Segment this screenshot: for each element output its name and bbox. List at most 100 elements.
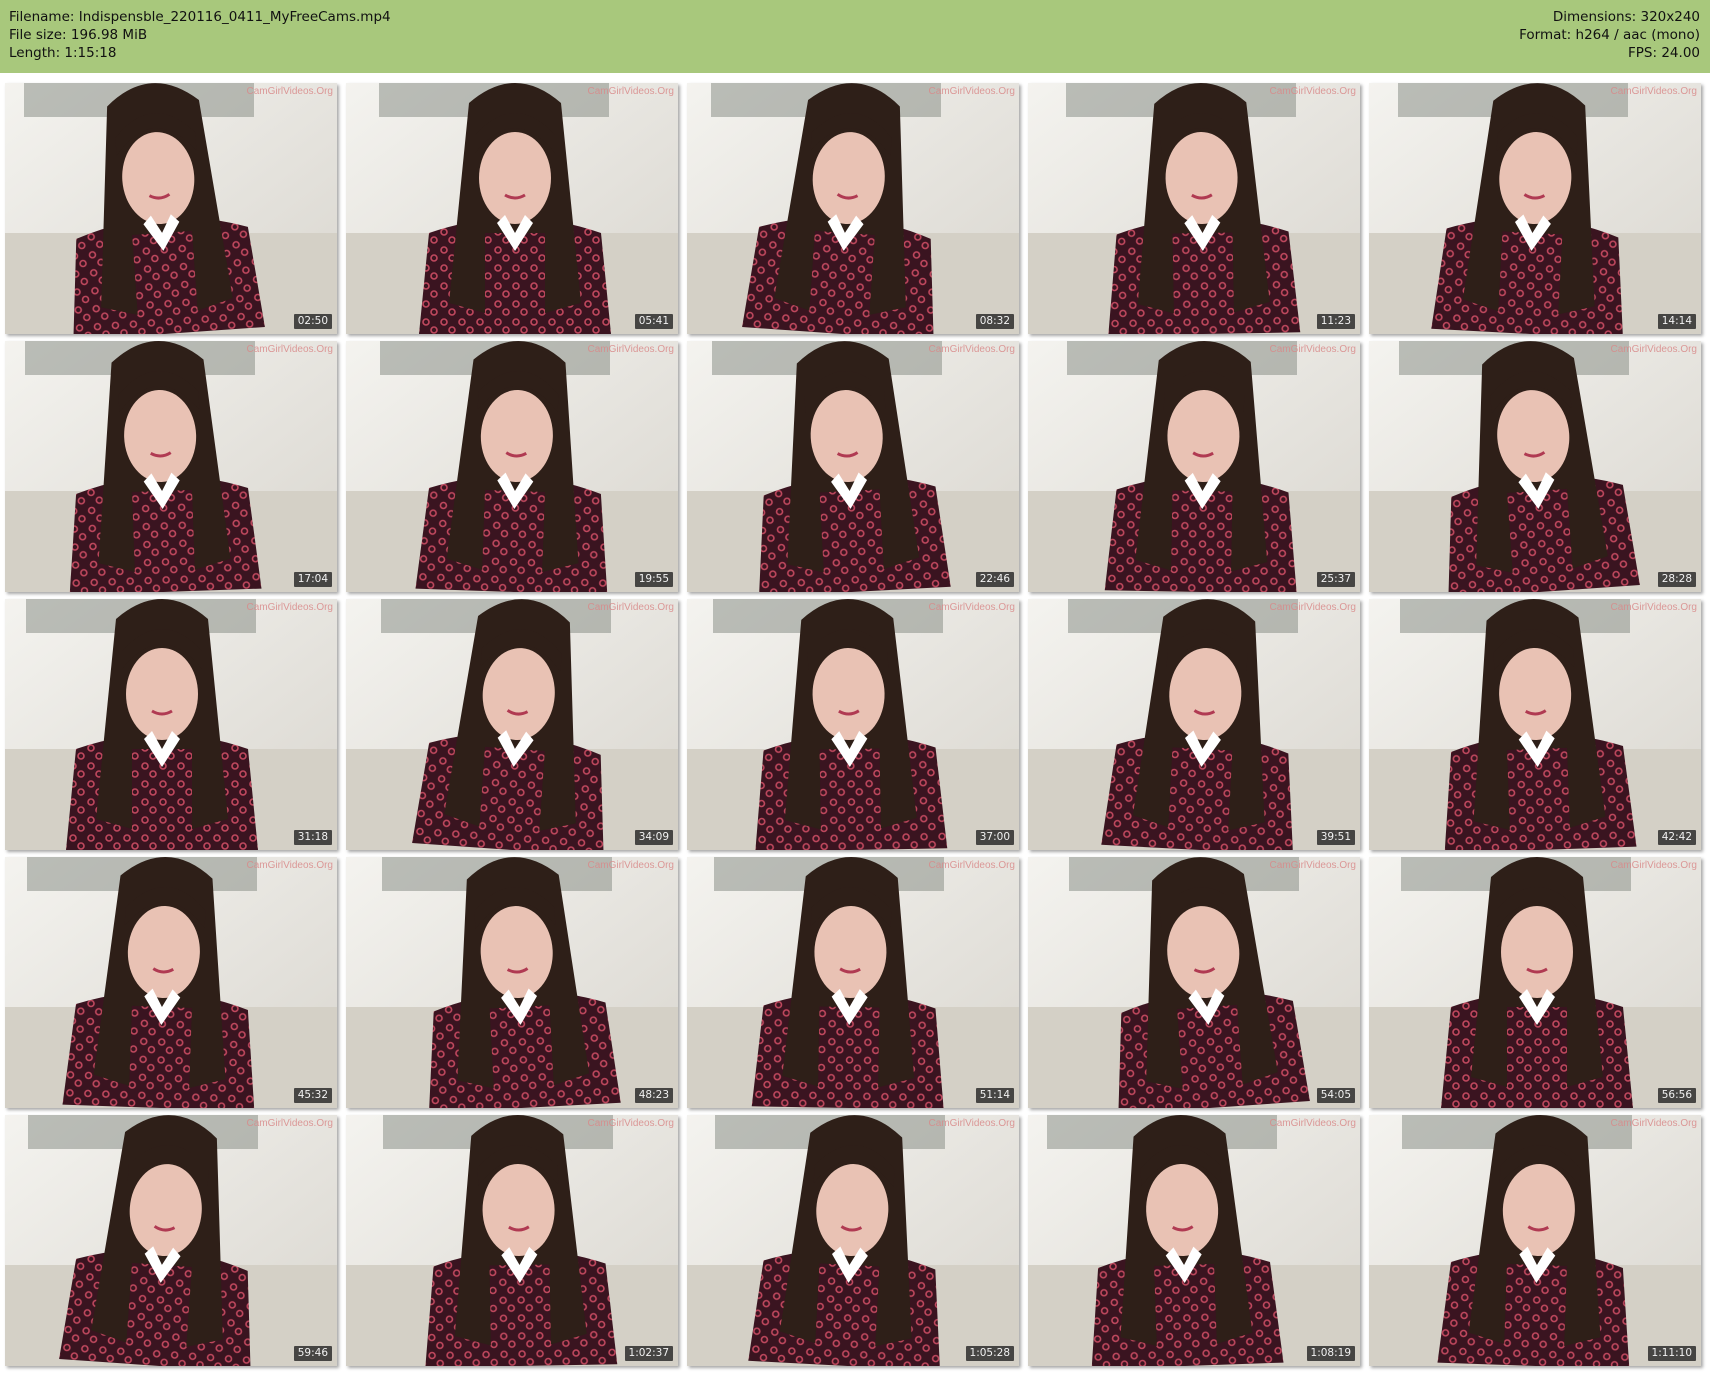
thumbnail-timestamp: 1:11:10 <box>1647 1346 1696 1361</box>
video-frame-image <box>5 599 337 850</box>
thumbnail-timestamp: 1:08:19 <box>1306 1346 1355 1361</box>
watermark-text: CamGirlVideos.Org <box>1269 1118 1356 1129</box>
thumbnail-timestamp: 05:41 <box>634 314 673 329</box>
thumbnail-timestamp: 37:00 <box>975 830 1014 845</box>
video-frame-image <box>346 857 678 1108</box>
watermark-text: CamGirlVideos.Org <box>928 860 1015 871</box>
video-frame-image <box>346 83 678 334</box>
video-thumbnail[interactable]: CamGirlVideos.Org 42:42 <box>1369 599 1701 850</box>
video-thumbnail[interactable]: CamGirlVideos.Org 1:02:37 <box>346 1115 678 1366</box>
video-thumbnail[interactable]: CamGirlVideos.Org 51:14 <box>687 857 1019 1108</box>
watermark-text: CamGirlVideos.Org <box>1610 86 1697 97</box>
video-frame-image <box>5 857 337 1108</box>
watermark-text: CamGirlVideos.Org <box>587 860 674 871</box>
video-thumbnail[interactable]: CamGirlVideos.Org 28:28 <box>1369 341 1701 592</box>
video-thumbnail[interactable]: CamGirlVideos.Org 37:00 <box>687 599 1019 850</box>
video-frame-image <box>1028 83 1360 334</box>
watermark-text: CamGirlVideos.Org <box>587 86 674 97</box>
video-frame-image <box>1369 857 1701 1108</box>
thumbnail-timestamp: 59:46 <box>293 1346 332 1361</box>
video-thumbnail[interactable]: CamGirlVideos.Org 31:18 <box>5 599 337 850</box>
watermark-text: CamGirlVideos.Org <box>587 344 674 355</box>
video-frame-image <box>1028 599 1360 850</box>
watermark-text: CamGirlVideos.Org <box>1269 86 1356 97</box>
thumbnail-timestamp: 51:14 <box>975 1088 1014 1103</box>
watermark-text: CamGirlVideos.Org <box>587 602 674 613</box>
video-frame-image <box>1369 1115 1701 1366</box>
thumbnail-timestamp: 02:50 <box>293 314 332 329</box>
thumbnail-timestamp: 19:55 <box>634 572 673 587</box>
video-frame-image <box>346 599 678 850</box>
thumbnail-timestamp: 48:23 <box>634 1088 673 1103</box>
thumbnail-timestamp: 08:32 <box>975 314 1014 329</box>
video-thumbnail[interactable]: CamGirlVideos.Org 39:51 <box>1028 599 1360 850</box>
thumbnail-timestamp: 17:04 <box>293 572 332 587</box>
video-thumbnail[interactable]: CamGirlVideos.Org 02:50 <box>5 83 337 334</box>
thumbnail-timestamp: 45:32 <box>293 1088 332 1103</box>
video-thumbnail[interactable]: CamGirlVideos.Org 54:05 <box>1028 857 1360 1108</box>
video-frame-image <box>687 599 1019 850</box>
watermark-text: CamGirlVideos.Org <box>928 344 1015 355</box>
video-frame-image <box>346 341 678 592</box>
video-thumbnail[interactable]: CamGirlVideos.Org 11:23 <box>1028 83 1360 334</box>
video-frame-image <box>1369 599 1701 850</box>
video-thumbnail[interactable]: CamGirlVideos.Org 14:14 <box>1369 83 1701 334</box>
video-thumbnail[interactable]: CamGirlVideos.Org 1:05:28 <box>687 1115 1019 1366</box>
watermark-text: CamGirlVideos.Org <box>1269 602 1356 613</box>
video-thumbnail[interactable]: CamGirlVideos.Org 34:09 <box>346 599 678 850</box>
watermark-text: CamGirlVideos.Org <box>246 860 333 871</box>
thumbnail-timestamp: 22:46 <box>975 572 1014 587</box>
video-frame-image <box>5 83 337 334</box>
watermark-text: CamGirlVideos.Org <box>928 602 1015 613</box>
video-thumbnail[interactable]: CamGirlVideos.Org 22:46 <box>687 341 1019 592</box>
watermark-text: CamGirlVideos.Org <box>587 1118 674 1129</box>
thumbnail-timestamp: 11:23 <box>1316 314 1355 329</box>
video-frame-image <box>687 857 1019 1108</box>
video-frame-image <box>1028 1115 1360 1366</box>
thumbnail-timestamp: 56:56 <box>1657 1088 1696 1103</box>
thumbnail-timestamp: 54:05 <box>1316 1088 1355 1103</box>
watermark-text: CamGirlVideos.Org <box>1610 860 1697 871</box>
watermark-text: CamGirlVideos.Org <box>1269 860 1356 871</box>
video-frame-image <box>687 1115 1019 1366</box>
thumbnail-timestamp: 31:18 <box>293 830 332 845</box>
video-frame-image <box>346 1115 678 1366</box>
watermark-text: CamGirlVideos.Org <box>928 86 1015 97</box>
video-frame-image <box>1369 341 1701 592</box>
watermark-text: CamGirlVideos.Org <box>1610 344 1697 355</box>
thumbnail-timestamp: 39:51 <box>1316 830 1355 845</box>
video-thumbnail[interactable]: CamGirlVideos.Org 1:11:10 <box>1369 1115 1701 1366</box>
video-frame-image <box>5 1115 337 1366</box>
watermark-text: CamGirlVideos.Org <box>246 86 333 97</box>
watermark-text: CamGirlVideos.Org <box>1610 1118 1697 1129</box>
watermark-text: CamGirlVideos.Org <box>246 344 333 355</box>
video-thumbnail[interactable]: CamGirlVideos.Org 1:08:19 <box>1028 1115 1360 1366</box>
watermark-text: CamGirlVideos.Org <box>928 1118 1015 1129</box>
thumbnail-timestamp: 34:09 <box>634 830 673 845</box>
watermark-text: CamGirlVideos.Org <box>246 1118 333 1129</box>
video-thumbnail[interactable]: CamGirlVideos.Org 19:55 <box>346 341 678 592</box>
thumbnail-timestamp: 42:42 <box>1657 830 1696 845</box>
thumbnail-grid: CamGirlVideos.Org 02:50 CamGirlVideos.Org 0… <box>0 0 1710 1373</box>
video-thumbnail[interactable]: CamGirlVideos.Org 17:04 <box>5 341 337 592</box>
watermark-text: CamGirlVideos.Org <box>1610 602 1697 613</box>
thumbnail-timestamp: 1:05:28 <box>965 1346 1014 1361</box>
watermark-text: CamGirlVideos.Org <box>1269 344 1356 355</box>
thumbnail-timestamp: 25:37 <box>1316 572 1355 587</box>
video-thumbnail[interactable]: CamGirlVideos.Org 08:32 <box>687 83 1019 334</box>
video-thumbnail[interactable]: CamGirlVideos.Org 05:41 <box>346 83 678 334</box>
video-thumbnail[interactable]: CamGirlVideos.Org 25:37 <box>1028 341 1360 592</box>
thumbnail-timestamp: 1:02:37 <box>624 1346 673 1361</box>
video-thumbnail[interactable]: CamGirlVideos.Org 56:56 <box>1369 857 1701 1108</box>
video-frame-image <box>687 83 1019 334</box>
video-frame-image <box>1028 857 1360 1108</box>
video-frame-image <box>1028 341 1360 592</box>
video-thumbnail[interactable]: CamGirlVideos.Org 45:32 <box>5 857 337 1108</box>
watermark-text: CamGirlVideos.Org <box>246 602 333 613</box>
video-thumbnail[interactable]: CamGirlVideos.Org 59:46 <box>5 1115 337 1366</box>
video-frame-image <box>1369 83 1701 334</box>
thumbnail-timestamp: 14:14 <box>1657 314 1696 329</box>
thumbnail-timestamp: 28:28 <box>1657 572 1696 587</box>
video-frame-image <box>5 341 337 592</box>
video-thumbnail[interactable]: CamGirlVideos.Org 48:23 <box>346 857 678 1108</box>
